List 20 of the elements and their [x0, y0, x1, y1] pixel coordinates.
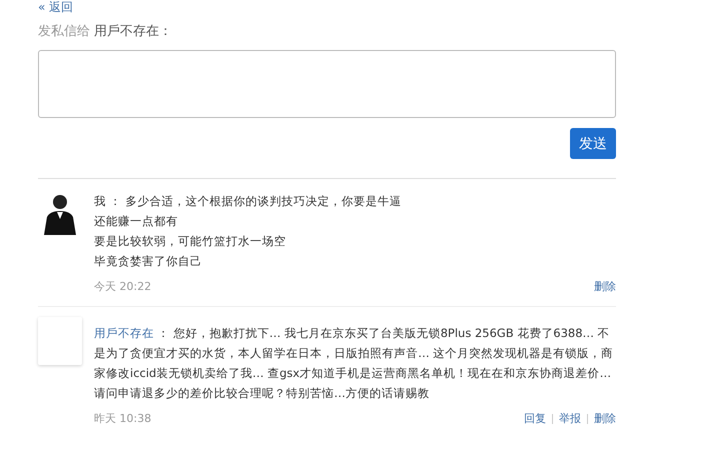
- message-input-field[interactable]: [38, 50, 616, 118]
- message-action-link[interactable]: 回复: [524, 411, 546, 426]
- message-action-link[interactable]: 删除: [594, 411, 616, 426]
- message-text: 还能赚一点都有: [94, 214, 178, 228]
- message-time: 今天 20:22: [94, 279, 152, 294]
- message-time: 昨天 10:38: [94, 411, 152, 426]
- message-text: 要是比较软弱，可能竹篮打水一场空: [94, 234, 286, 248]
- avatar-placeholder: [38, 317, 82, 365]
- message-action-link[interactable]: 删除: [594, 279, 616, 294]
- sender-link[interactable]: 用戶不存在: [94, 326, 154, 340]
- sender-name: 我: [94, 194, 106, 208]
- message-text: 多少合适，这个根据你的谈判技巧决定，你要是牛逼: [125, 194, 402, 208]
- message-text: 用戶不存在 ： 您好，抱歉打扰下… 我七月在京东买了台美版无锁8Plus 256GB 花费了6388… 不是为了贪便宜才买的水货，本人留学在日本，日版拍照有声音… 这个月突然发现机器是有锁版，商家修改iccid装无锁机卖给了我… 查gsx才知道手机是运营商黑名单机！现在在和京东协商退差价…请问申请退多少的差价比较合理呢？特别苦恼…方便的话请赐教: [94, 325, 614, 402]
- message-text: 毕竟贪婪害了你自己: [94, 254, 202, 268]
- message-separator: ：: [110, 194, 122, 208]
- message-action-link[interactable]: 举报: [559, 411, 581, 426]
- compose-label: 发私信给: [38, 24, 90, 39]
- send-button[interactable]: 发送: [570, 128, 616, 159]
- back-link[interactable]: « 返回: [38, 0, 74, 14]
- recipient-name: 用戶不存在：: [94, 24, 172, 39]
